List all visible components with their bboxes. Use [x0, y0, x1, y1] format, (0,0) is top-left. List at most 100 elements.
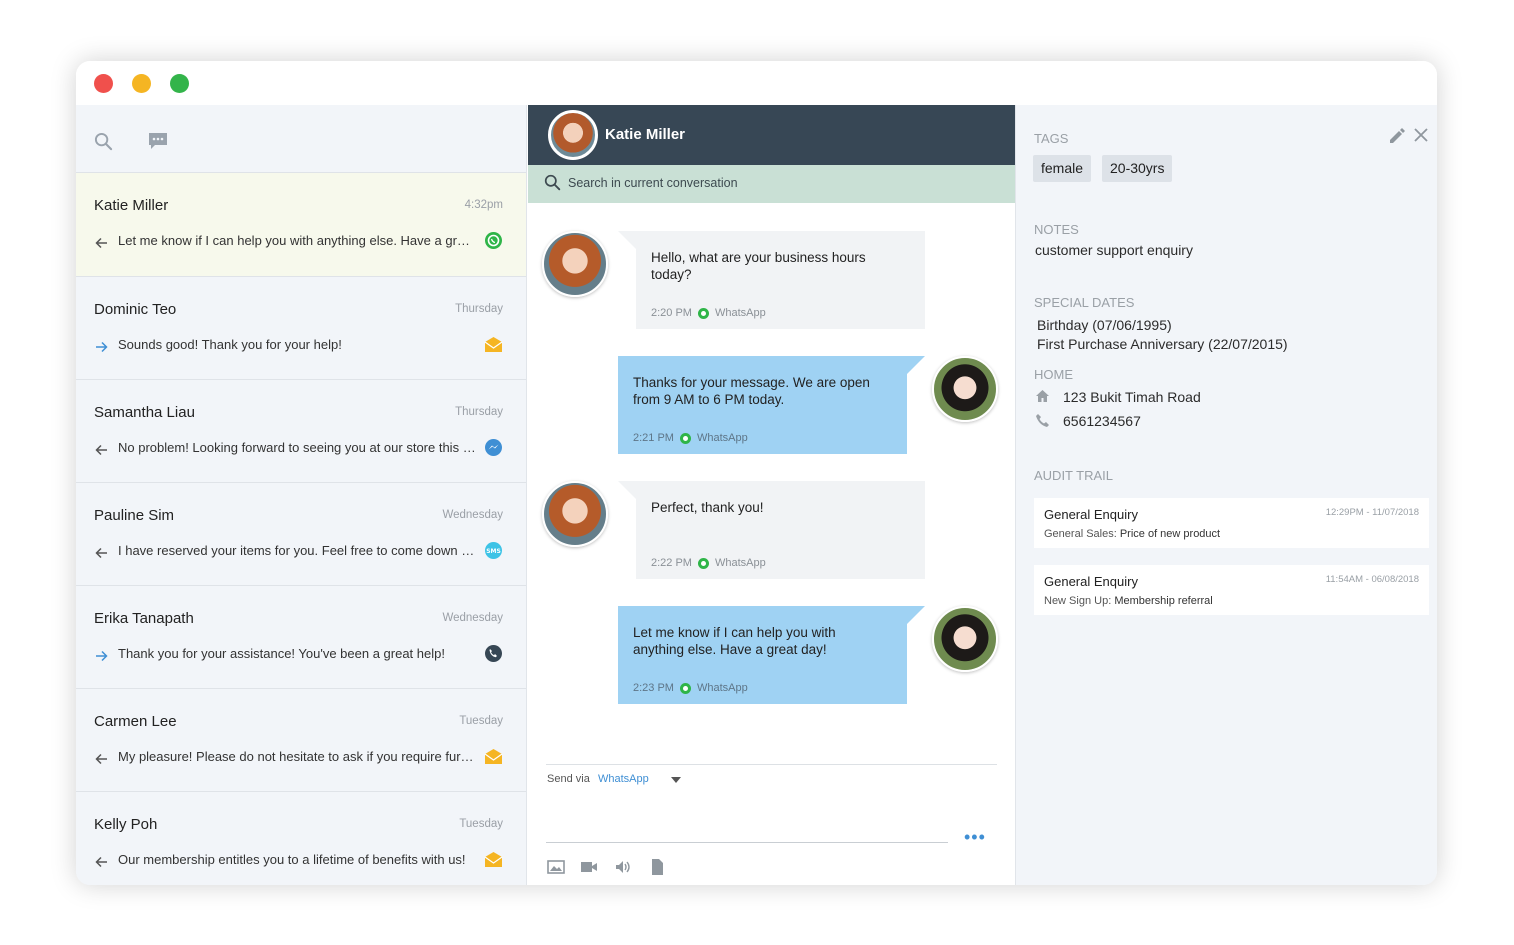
agent-avatar — [932, 606, 998, 672]
arrow-right-icon — [95, 340, 108, 353]
audio-icon[interactable] — [614, 859, 632, 875]
arrow-left-icon — [95, 236, 108, 249]
whatsapp-icon — [484, 231, 503, 250]
conversation-name: Erika Tanapath — [94, 610, 194, 627]
email-icon — [484, 335, 503, 354]
search-icon[interactable] — [94, 132, 113, 151]
arrow-right-icon — [95, 649, 108, 662]
message-meta: 2:21 PM WhatsApp — [633, 432, 748, 444]
conversation-sidebar: Katie Miller 4:32pm Let me know if I can h… — [76, 105, 527, 885]
video-icon[interactable] — [580, 859, 598, 875]
arrow-left-icon — [95, 546, 108, 559]
maximize-window-button[interactable] — [170, 74, 189, 93]
conversation-name: Pauline Sim — [94, 507, 175, 524]
edit-icon[interactable] — [1388, 127, 1406, 145]
phone-text: 6561234567 — [1063, 413, 1141, 429]
message-channel: WhatsApp — [696, 432, 748, 444]
whatsapp-icon — [679, 432, 691, 444]
conversation-preview: No problem! Looking forward to seeing yo… — [118, 440, 476, 455]
contact-avatar — [548, 110, 598, 160]
chevron-down-icon[interactable] — [671, 777, 681, 783]
special-dates-label: SPECIAL DATES — [1034, 295, 1135, 310]
conversation-item[interactable]: Kelly Poh Tuesday Our membership entitles … — [76, 792, 526, 885]
conversation-preview: My pleasure! Please do not hesitate to a… — [118, 749, 476, 764]
conversation-preview: I have reserved your items for you. Feel… — [118, 543, 476, 558]
audit-key: General Sales: — [1044, 528, 1117, 540]
message-channel: WhatsApp — [714, 557, 766, 569]
arrow-left-icon — [95, 855, 108, 868]
audit-timestamp: 12:29PM - 11/07/2018 — [1325, 507, 1419, 518]
conversation-time: Tuesday — [459, 818, 503, 830]
contact-info-panel: TAGS female 20-30yrs NOTES customer supp… — [1015, 105, 1437, 885]
whatsapp-icon — [697, 557, 709, 569]
audit-key: New Sign Up: — [1044, 595, 1112, 607]
address-text: 123 Bukit Timah Road — [1063, 389, 1201, 405]
message-channel: WhatsApp — [714, 307, 766, 319]
conversation-item[interactable]: Katie Miller 4:32pm Let me know if I can h… — [76, 173, 526, 277]
customer-avatar — [542, 231, 608, 297]
message-meta: 2:23 PM WhatsApp — [633, 682, 748, 694]
send-channel-select[interactable]: WhatsApp — [598, 773, 649, 785]
message-meta: 2:22 PM WhatsApp — [651, 557, 766, 569]
message-text: Perfect, thank you! — [651, 500, 764, 515]
notes-label: NOTES — [1034, 222, 1079, 237]
phone-icon — [1036, 414, 1049, 427]
audit-value: Price of new product — [1119, 528, 1221, 540]
close-icon[interactable] — [1413, 127, 1429, 143]
whatsapp-icon — [679, 682, 691, 694]
arrow-left-icon — [95, 443, 108, 456]
conversation-preview: Let me know if I can help you with anyth… — [118, 233, 476, 248]
minimize-window-button[interactable] — [132, 74, 151, 93]
conversation-search-bar[interactable]: Search in current conversation — [528, 165, 1015, 203]
outgoing-message: Let me know if I can help you with anyth… — [618, 606, 925, 704]
search-icon — [544, 174, 561, 191]
audit-trail-label: AUDIT TRAIL — [1034, 468, 1113, 483]
message-time: 2:23 PM — [633, 682, 674, 694]
special-date: First Purchase Anniversary (22/07/2015) — [1037, 336, 1288, 352]
image-icon[interactable] — [547, 859, 565, 875]
message-input[interactable] — [546, 842, 948, 843]
email-icon — [484, 747, 503, 766]
conversation-time: 4:32pm — [464, 199, 503, 211]
home-icon — [1036, 390, 1049, 402]
close-window-button[interactable] — [94, 74, 113, 93]
message-text: Thanks for your message. We are open fro… — [633, 375, 870, 407]
sms-icon: SMS — [484, 541, 503, 560]
email-icon — [484, 850, 503, 869]
conversation-item[interactable]: Erika Tanapath Wednesday Thank you for you… — [76, 586, 526, 689]
chat-bubble-icon[interactable] — [147, 131, 169, 151]
conversation-list: Katie Miller 4:32pm Let me know if I can h… — [76, 173, 526, 885]
conversation-item[interactable]: Samantha Liau Thursday No problem! Looking… — [76, 380, 526, 483]
more-options-button[interactable]: ••• — [964, 827, 986, 848]
audit-timestamp: 11:54AM - 06/08/2018 — [1325, 574, 1419, 585]
messenger-icon — [484, 438, 503, 457]
conversation-preview: Thank you for your assistance! You've be… — [118, 646, 445, 661]
audit-value: Membership referral — [1114, 595, 1213, 607]
conversation-item[interactable]: Carmen Lee Tuesday My pleasure! Please do … — [76, 689, 526, 792]
divider — [546, 764, 997, 765]
audit-detail: General Sales: Price of new product — [1044, 528, 1220, 540]
title-bar — [76, 61, 1437, 105]
conversation-item[interactable]: Dominic Teo Thursday Sounds good! Thank yo… — [76, 277, 526, 380]
app-window: Katie Miller 4:32pm Let me know if I can h… — [76, 61, 1437, 885]
customer-avatar — [542, 481, 608, 547]
conversation-preview: Sounds good! Thank you for your help! — [118, 337, 342, 352]
message-time: 2:22 PM — [651, 557, 692, 569]
conversation-item[interactable]: Pauline Sim Wednesday I have reserved your… — [76, 483, 526, 586]
conversation-preview: Our membership entitles you to a lifetim… — [118, 852, 466, 867]
tag-chip[interactable]: 20-30yrs — [1102, 155, 1173, 182]
audit-entry[interactable]: General Enquiry 12:29PM - 11/07/2018 Gen… — [1034, 498, 1429, 548]
sidebar-toolbar — [76, 105, 526, 173]
file-icon[interactable] — [648, 859, 666, 875]
conversation-time: Wednesday — [442, 509, 503, 521]
conversation-name: Samantha Liau — [94, 404, 195, 421]
chat-panel: Katie Miller Search in current conversat… — [528, 105, 1015, 885]
arrow-left-icon — [95, 752, 108, 765]
audit-title: General Enquiry — [1044, 507, 1138, 522]
conversation-search-input[interactable]: Search in current conversation — [568, 176, 738, 190]
audit-entry[interactable]: General Enquiry 11:54AM - 06/08/2018 New… — [1034, 565, 1429, 615]
conversation-time: Thursday — [455, 303, 503, 315]
tag-chip[interactable]: female — [1033, 155, 1092, 182]
conversation-time: Wednesday — [442, 612, 503, 624]
message-meta: 2:20 PM WhatsApp — [651, 307, 766, 319]
